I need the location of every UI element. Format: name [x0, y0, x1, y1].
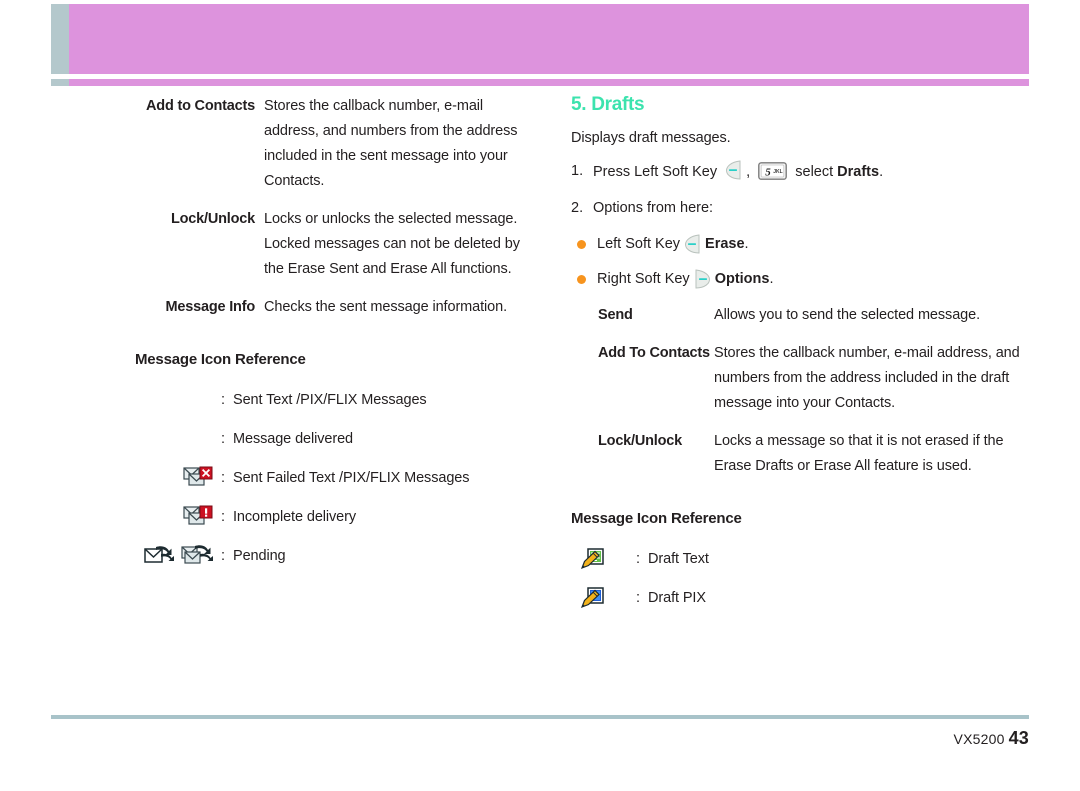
legend-label: Pending [233, 547, 286, 564]
legend-icon-group [135, 466, 213, 490]
bullet-text-pre: Right Soft Key [597, 271, 690, 287]
left-column: Add to Contacts Stores the callback numb… [0, 94, 520, 575]
page-header-band [0, 0, 1080, 90]
header-accent-tab [51, 4, 69, 74]
legend-row-draft-pix: : Draft PIX [580, 578, 1036, 617]
option-row-add-to-contacts: Add to Contacts Stores the callback numb… [0, 94, 520, 194]
option-description: Locks or unlocks the selected message. L… [264, 211, 520, 277]
icon-legend-list-right: : Draft Text : Draft PIX [566, 539, 1036, 617]
legend-row-draft-text: : Draft Text [580, 539, 1036, 578]
legend-row-message-delivered: : Message delivered [135, 419, 520, 458]
step-text: Press Left Soft Key , 5 JKL select Draft… [593, 160, 1036, 183]
step-comma: , [746, 164, 751, 180]
legend-icon-group [135, 391, 213, 408]
option-row-lock-unlock: Lock/Unlock Locks or unlocks the selecte… [0, 207, 520, 282]
legend-label: Sent Text /PIX/FLIX Messages [233, 391, 427, 408]
svg-text:5: 5 [765, 166, 771, 178]
step-item-1: 1. Press Left Soft Key , 5 JKL select Dr… [571, 160, 1036, 183]
legend-label: Incomplete delivery [233, 508, 357, 525]
legend-colon: : [220, 391, 226, 408]
step-number: 2. [571, 200, 584, 216]
bullet-text-bold: Options [714, 271, 770, 287]
legend-row-sent-messages: : Sent Text /PIX/FLIX Messages [135, 380, 520, 419]
step-item-2: 2. Options from here: [571, 197, 1036, 219]
intro-text: Displays draft messages. [571, 130, 731, 146]
chapter-title: 5. Drafts [571, 94, 645, 115]
legend-row-pending: : Pending [135, 536, 520, 575]
bullet-text-post: . [744, 236, 749, 252]
legend-icon-group [135, 544, 213, 568]
bullet-text-bold: Erase [705, 236, 745, 252]
option-row-add-to-contacts: Add To Contacts Stores the callback numb… [566, 341, 1036, 416]
option-term: Message Info [165, 299, 256, 315]
option-description: Stores the callback number, e-mail addre… [264, 98, 518, 189]
sent-message-icon [191, 391, 213, 408]
legend-colon: : [220, 508, 226, 525]
number-key-5-icon: 5 JKL [758, 162, 788, 180]
option-description: Checks the sent message information. [264, 299, 508, 315]
legend-colon: : [635, 589, 641, 606]
option-row-send: Send Allows you to send the selected mes… [566, 303, 1036, 328]
option-description: Allows you to send the selected message. [714, 307, 981, 323]
pending-multi-icon [181, 544, 213, 568]
header-rule-bar [69, 79, 1029, 86]
bullet-dot-icon [577, 239, 586, 249]
right-soft-key-icon [693, 269, 712, 289]
option-term: Send [598, 307, 633, 323]
option-term: Lock/Unlock [598, 433, 683, 449]
step-text-pre: Press Left Soft Key [593, 164, 718, 180]
message-delivered-icon [191, 430, 213, 447]
legend-label: Draft Text [648, 550, 709, 567]
footer-model: VX5200 [953, 731, 1005, 747]
option-term: Add to Contacts [146, 98, 255, 114]
header-rule-tab [51, 79, 69, 86]
legend-label: Draft PIX [648, 589, 706, 606]
option-description: Locks a message so that it is not erased… [714, 433, 1004, 474]
left-soft-key-icon [724, 160, 743, 180]
message-icon-reference-heading-right: Message Icon Reference [571, 510, 742, 527]
footer-page-number: 43 [1008, 728, 1029, 748]
incomplete-delivery-icon [183, 505, 213, 529]
legend-icon-group [580, 586, 628, 610]
message-icon-reference-heading-left: Message Icon Reference [135, 351, 306, 368]
legend-colon: : [220, 547, 226, 564]
step-text-bold: Drafts [837, 164, 880, 180]
option-term: Add To Contacts [598, 345, 710, 361]
option-description: Stores the callback number, e-mail addre… [714, 345, 1020, 411]
sent-failed-icon [183, 466, 213, 490]
left-soft-key-icon [683, 234, 702, 254]
footer-text: VX5200 43 [954, 728, 1029, 749]
bullet-text-post: . [769, 271, 774, 287]
bullet-item-right-soft-key: Right Soft Key Options. [577, 268, 1036, 290]
header-accent-bar [69, 4, 1029, 74]
step-number: 1. [571, 163, 584, 179]
step-text-post: . [879, 164, 884, 180]
legend-colon: : [220, 469, 226, 486]
icon-legend-list-left: : Sent Text /PIX/FLIX Messages : Message… [0, 380, 520, 575]
draft-text-icon [580, 547, 606, 571]
bullet-dot-icon [577, 274, 586, 284]
legend-row-sent-failed: : Sent Failed Text /PIX/FLIX Messages [135, 458, 520, 497]
legend-icon-group [135, 430, 213, 447]
legend-label: Message delivered [233, 430, 354, 447]
pending-single-icon [144, 544, 174, 568]
legend-icon-group [135, 505, 213, 529]
step-text: Options from here: [593, 200, 714, 216]
legend-label: Sent Failed Text /PIX/FLIX Messages [233, 469, 470, 486]
draft-pix-icon [580, 586, 606, 610]
legend-icon-group [580, 547, 628, 571]
bullet-text-pre: Left Soft Key [597, 236, 681, 252]
svg-text:JKL: JKL [773, 169, 782, 175]
option-row-message-info: Message Info Checks the sent message inf… [0, 295, 520, 320]
option-term: Lock/Unlock [170, 211, 255, 227]
right-column: 5. Drafts Displays draft messages. 1. Pr… [566, 94, 1036, 617]
step-text-mid: select [795, 164, 834, 180]
footer-rule [51, 715, 1029, 719]
option-row-lock-unlock: Lock/Unlock Locks a message so that it i… [566, 429, 1036, 479]
legend-colon: : [635, 550, 641, 567]
legend-colon: : [220, 430, 226, 447]
legend-row-incomplete-delivery: : Incomplete delivery [135, 497, 520, 536]
bullet-item-left-soft-key: Left Soft Key Erase. [577, 233, 1036, 255]
